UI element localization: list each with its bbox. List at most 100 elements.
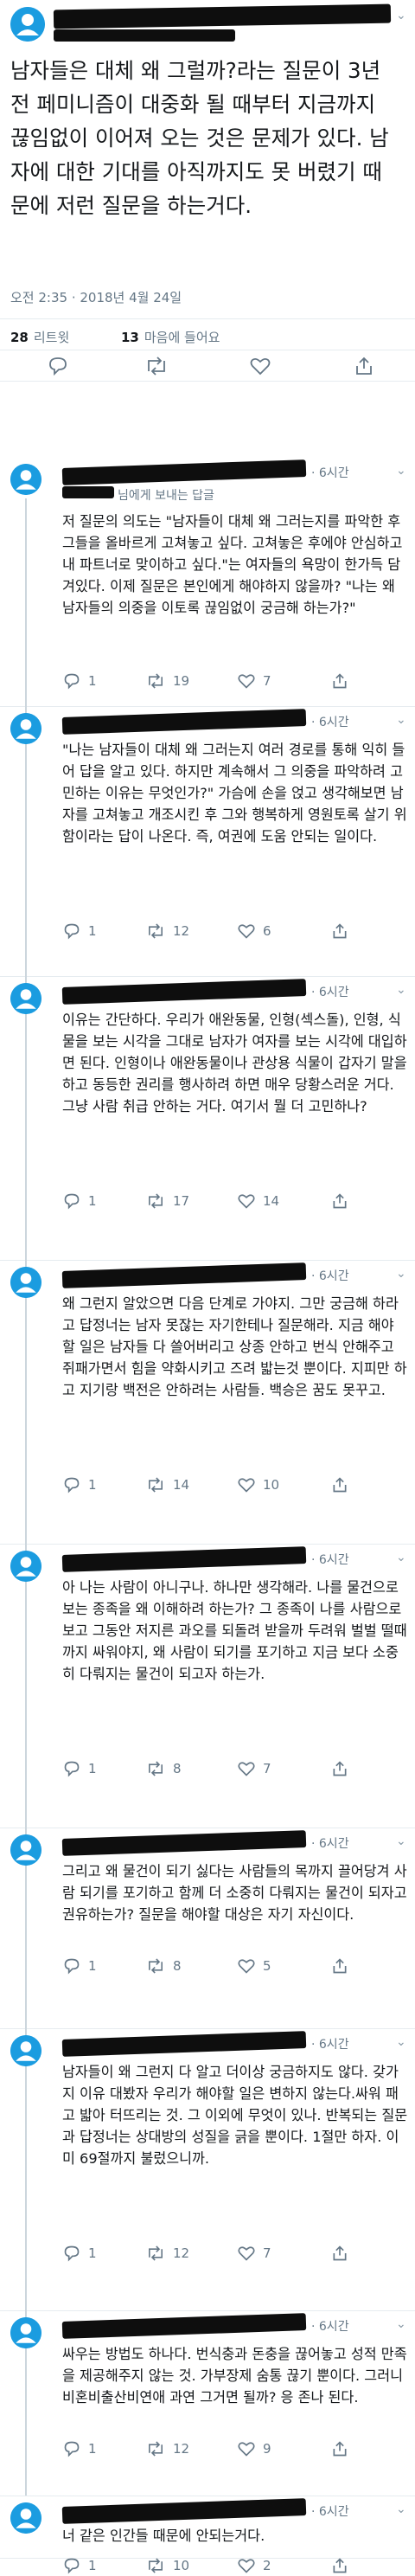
reply-button[interactable]: 1 xyxy=(62,671,97,691)
reply-tweet[interactable]: · 6시간 ⌄ 이유는 간단하다. 우리가 애완동물, 인형(섹스돌), 인형,… xyxy=(0,976,415,1261)
reply-button[interactable]: 1 xyxy=(62,1191,97,1211)
reply-tweet[interactable]: · 6시간 ⌄ 싸우는 방법도 하나다. 번식충과 돈충을 끊어놓고 성적 만족… xyxy=(0,2310,415,2496)
share-icon[interactable] xyxy=(353,356,375,376)
retweet-button[interactable]: 12 xyxy=(145,2438,189,2459)
like-icon[interactable] xyxy=(249,356,271,376)
reply-time: · 6시간 xyxy=(311,2038,349,2052)
like-button[interactable]: 9 xyxy=(237,2438,271,2459)
reply-text: 그리고 왜 물건이 되기 싫다는 사람들의 목까지 끌어당겨 사람 되기를 포기… xyxy=(62,1863,407,1923)
chevron-down-icon[interactable]: ⌄ xyxy=(396,1267,406,1281)
avatar[interactable] xyxy=(10,7,45,42)
avatar[interactable] xyxy=(10,2502,42,2534)
retweet-stat[interactable]: 28 리트윗 xyxy=(10,328,69,346)
reply-button[interactable]: 1 xyxy=(62,2555,97,2576)
chevron-down-icon[interactable]: ⌄ xyxy=(396,2035,406,2049)
share-icon xyxy=(333,2245,347,2261)
retweet-count: 19 xyxy=(173,673,190,689)
retweet-button[interactable]: 14 xyxy=(145,1474,189,1495)
reply-tweet[interactable]: · 6시간 ⌄ 남자들이 왜 그런지 다 알고 더이상 궁금하지도 않다. 갖가… xyxy=(0,2028,415,2311)
like-count: 9 xyxy=(263,2441,271,2457)
avatar[interactable] xyxy=(10,1267,42,1298)
reply-button[interactable]: 1 xyxy=(62,1956,97,1976)
like-button[interactable]: 7 xyxy=(237,1758,271,1779)
reply-button[interactable]: 1 xyxy=(62,2243,97,2264)
reply-tweet[interactable]: · 6시간 ⌄ "나는 남자들이 대체 왜 그러는지 여러 경로를 통해 익히 … xyxy=(0,706,415,977)
reply-tweet[interactable]: · 6시간 ⌄ 그리고 왜 물건이 되기 싫다는 사람들의 목까지 끌어당겨 사… xyxy=(0,1828,415,2029)
like-icon xyxy=(238,674,255,689)
like-button[interactable]: 14 xyxy=(237,1191,279,1211)
share-button[interactable] xyxy=(330,1191,356,1211)
retweet-icon[interactable] xyxy=(144,356,169,376)
share-button[interactable] xyxy=(330,1758,356,1779)
reply-button[interactable]: 1 xyxy=(62,2438,97,2459)
like-label: 마음에 들어요 xyxy=(144,330,220,345)
retweet-button[interactable]: 19 xyxy=(145,671,189,691)
reply-count: 1 xyxy=(88,1958,97,1974)
retweet-button[interactable]: 12 xyxy=(145,2243,189,2264)
share-button[interactable] xyxy=(330,2243,356,2264)
retweet-button[interactable]: 8 xyxy=(145,1758,182,1779)
retweet-button[interactable]: 17 xyxy=(145,1191,189,1211)
chevron-down-icon[interactable]: ⌄ xyxy=(396,713,406,727)
reply-actions: 1 12 6 xyxy=(62,921,408,941)
like-stat[interactable]: 13 마음에 들어요 xyxy=(121,328,220,346)
redacted-username xyxy=(61,459,307,485)
share-button[interactable] xyxy=(330,671,356,691)
tweet-stats: 28 리트윗 13 마음에 들어요 xyxy=(0,318,415,350)
retweet-count: 12 xyxy=(173,923,190,939)
reply-tweet[interactable]: · 6시간 ⌄ 아 나는 사람이 아니구나. 하나만 생각해라. 나를 물건으로… xyxy=(0,1544,415,1828)
like-button[interactable]: 6 xyxy=(237,921,271,941)
reply-icon xyxy=(64,1761,80,1777)
retweet-count: 14 xyxy=(173,1477,190,1493)
chevron-down-icon[interactable]: ⌄ xyxy=(396,464,406,478)
share-button[interactable] xyxy=(330,2438,356,2459)
avatar[interactable] xyxy=(10,1834,42,1866)
like-button[interactable]: 7 xyxy=(237,671,271,691)
reply-tweet[interactable]: · 6시간 ⌄ 님에게 보내는 답글 저 질문의 의도는 "남자들이 대체 왜 … xyxy=(0,457,415,707)
like-button[interactable]: 10 xyxy=(237,1474,279,1495)
retweet-button[interactable]: 8 xyxy=(145,1956,182,1976)
chevron-down-icon[interactable]: ⌄ xyxy=(396,2502,406,2516)
reply-tweet[interactable]: · 6시간 ⌄ 너 같은 인간들 때문에 안되는거다. 1 10 2 xyxy=(0,2496,415,2574)
like-icon xyxy=(238,2246,255,2261)
share-button[interactable] xyxy=(330,1956,356,1976)
retweet-count: 8 xyxy=(173,1958,182,1974)
share-button[interactable] xyxy=(330,1474,356,1495)
avatar-icon xyxy=(10,2035,42,2066)
avatar[interactable] xyxy=(10,2317,42,2348)
share-button[interactable] xyxy=(330,921,356,941)
retweet-button[interactable]: 12 xyxy=(145,921,189,941)
reply-tweet[interactable]: · 6시간 ⌄ 왜 그런지 알았으면 다음 단계로 가야지. 그만 궁금해 하라… xyxy=(0,1260,415,1545)
like-icon xyxy=(238,2442,255,2457)
chevron-down-icon[interactable]: ⌄ xyxy=(396,9,406,22)
avatar[interactable] xyxy=(10,1551,42,1582)
reply-count: 1 xyxy=(88,673,97,689)
chevron-down-icon[interactable]: ⌄ xyxy=(396,983,406,997)
reply-text: 아 나는 사람이 아니구나. 하나만 생각해라. 나를 물건으로 보는 종족을 … xyxy=(62,1579,407,1682)
like-button[interactable]: 7 xyxy=(237,2243,271,2264)
reply-icon xyxy=(64,2245,80,2262)
reply-count: 1 xyxy=(88,923,97,939)
avatar[interactable] xyxy=(10,713,42,744)
avatar[interactable] xyxy=(10,983,42,1014)
avatar[interactable] xyxy=(10,464,42,495)
chevron-down-icon[interactable]: ⌄ xyxy=(396,2317,406,2331)
like-icon xyxy=(238,1194,255,1209)
like-button[interactable]: 2 xyxy=(237,2555,271,2576)
reply-button[interactable]: 1 xyxy=(62,1758,97,1779)
reply-actions: 1 12 9 xyxy=(62,2438,408,2459)
reply-icon[interactable] xyxy=(47,356,69,376)
main-tweet: ⌄ 남자들은 대체 왜 그럴까?라는 질문이 3년 전 페미니즘이 대중화 될 … xyxy=(0,0,415,382)
reply-time: · 6시간 xyxy=(311,1837,349,1851)
chevron-down-icon[interactable]: ⌄ xyxy=(396,1834,406,1848)
like-button[interactable]: 5 xyxy=(237,1956,271,1976)
reply-button[interactable]: 1 xyxy=(62,1474,97,1495)
reply-button[interactable]: 1 xyxy=(62,921,97,941)
share-button[interactable] xyxy=(330,2555,356,2576)
retweet-count: 12 xyxy=(173,2441,190,2457)
thread-line xyxy=(25,498,27,706)
chevron-down-icon[interactable]: ⌄ xyxy=(396,1551,406,1564)
avatar[interactable] xyxy=(10,2035,42,2066)
retweet-button[interactable]: 10 xyxy=(145,2555,189,2576)
thread-line xyxy=(25,1544,27,1828)
